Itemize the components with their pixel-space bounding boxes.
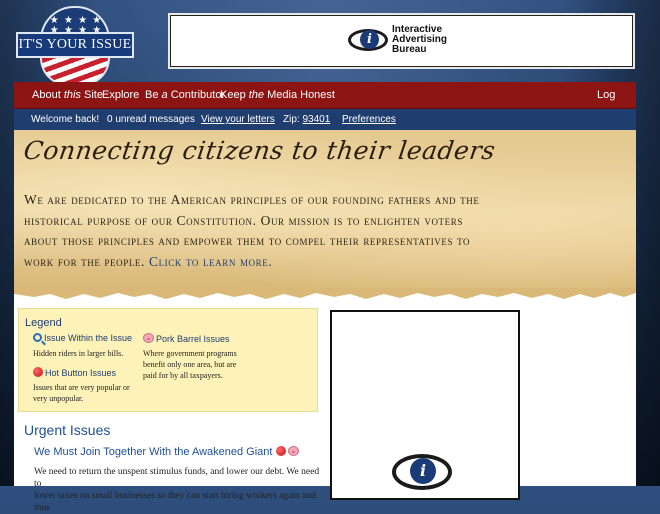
nav-keep-the-media-honest[interactable]: Keep the Media Honest bbox=[220, 82, 335, 108]
nav-be-a-contributor[interactable]: Be a Contributor bbox=[145, 82, 225, 108]
unread-messages[interactable]: 0 unread messages bbox=[107, 109, 195, 130]
main-content: About this Site Explore Be a Contributor… bbox=[14, 82, 636, 513]
legend-box: Legend Issue Within the Issue Hidden rid… bbox=[18, 308, 318, 412]
issue-title-link[interactable]: We Must Join Together With the Awakened … bbox=[34, 446, 301, 458]
logo-text: IT'S YOUR ISSUE bbox=[16, 32, 134, 58]
iab-eye-icon: i bbox=[392, 454, 452, 490]
top-ad-banner[interactable]: i Interactive Advertising Bureau bbox=[168, 13, 635, 69]
parchment-torn-edge bbox=[14, 288, 636, 299]
iab-eye-icon: i bbox=[348, 29, 388, 51]
iab-logo: i Interactive Advertising Bureau bbox=[348, 25, 478, 57]
user-bar: Welcome back! 0 unread messages View you… bbox=[14, 109, 636, 130]
hot-button-icon bbox=[33, 367, 43, 377]
legend-title: Legend bbox=[25, 317, 62, 329]
legend-pork-barrel: Pork Barrel Issues bbox=[143, 333, 230, 344]
hero-tagline: Connecting citizens to their leaders bbox=[21, 136, 498, 165]
pig-icon bbox=[287, 446, 299, 456]
pig-icon bbox=[143, 333, 154, 343]
preferences-link[interactable]: Preferences bbox=[342, 109, 396, 130]
side-ad-box[interactable]: i bbox=[330, 310, 520, 500]
primary-nav: About this Site Explore Be a Contributor… bbox=[14, 82, 636, 127]
site-logo[interactable]: ★ ★ ★ ★ ★ ★ ★ ★ IT'S YOUR ISSUE bbox=[16, 6, 134, 86]
welcome-text: Welcome back! bbox=[31, 114, 100, 125]
iab-text: Interactive Advertising Bureau bbox=[392, 24, 448, 55]
view-letters-link[interactable]: View your letters bbox=[201, 109, 275, 130]
urgent-issues-heading: Urgent Issues bbox=[24, 422, 111, 438]
legend-pork-barrel-desc: Where government programs benefit only o… bbox=[143, 349, 237, 380]
magnifier-icon bbox=[33, 333, 42, 342]
legend-issue-within-issue: Issue Within the Issue bbox=[33, 333, 132, 343]
nav-explore[interactable]: Explore bbox=[102, 82, 139, 108]
nav-about-this-site[interactable]: About this Site bbox=[32, 82, 103, 108]
nav-log-out[interactable]: Log Out bbox=[597, 82, 636, 127]
legend-issue-within-desc: Hidden riders in larger bills. bbox=[33, 349, 124, 358]
hot-button-icon bbox=[275, 446, 286, 456]
issue-summary: We need to return the unspent stimulus f… bbox=[34, 467, 320, 513]
learn-more-link[interactable]: Click to learn more. bbox=[149, 254, 272, 269]
legend-hot-button-desc: Issues that are very popular or very unp… bbox=[33, 383, 130, 403]
legend-hot-button: Hot Button Issues bbox=[33, 367, 116, 378]
zip-code[interactable]: Zip: 93401 bbox=[283, 109, 330, 130]
mission-statement: We are dedicated to the American princip… bbox=[24, 192, 480, 269]
